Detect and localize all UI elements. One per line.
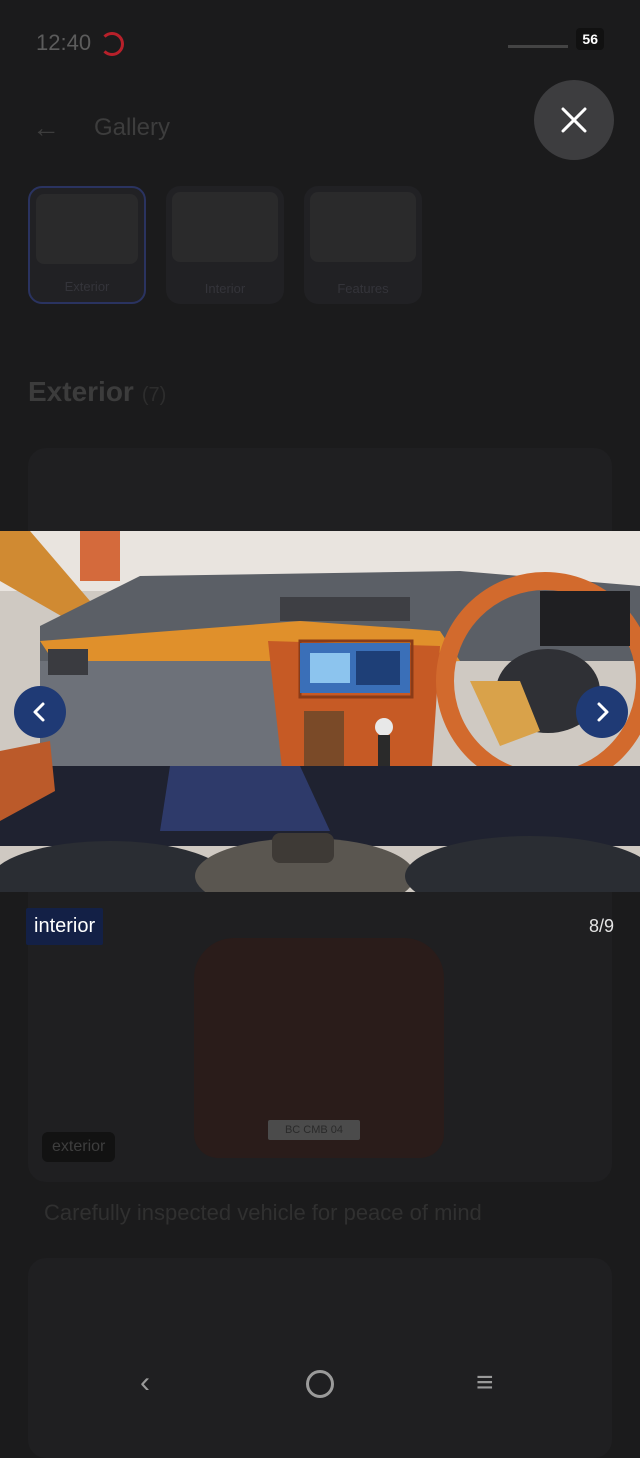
back-arrow-icon[interactable]: ← <box>32 112 60 144</box>
tab-features[interactable]: Features <box>304 186 422 304</box>
dashboard-illustration <box>0 531 640 892</box>
close-button[interactable] <box>534 80 614 160</box>
signal-icon <box>508 31 569 48</box>
page-title: Gallery <box>94 114 171 141</box>
section-heading: Exterior (7) <box>28 376 166 408</box>
next-image-button[interactable] <box>576 686 628 738</box>
nav-back-icon[interactable]: ‹ <box>140 1366 150 1400</box>
chevron-left-icon <box>33 702 45 722</box>
exterior-thumbnail <box>36 194 138 264</box>
tab-label: Interior <box>204 281 246 296</box>
image-category-label: interior <box>26 908 104 945</box>
status-icons: 56 <box>508 28 604 50</box>
system-nav-bar: ‹ ≡ <box>0 1358 640 1422</box>
license-plate: BC CMB 04 <box>268 1120 360 1140</box>
card-caption: Carefully inspected vehicle for peace of… <box>44 1200 482 1225</box>
gallery-header: ← Gallery <box>28 100 528 152</box>
chevron-right-icon <box>597 702 609 722</box>
category-tabs: Exterior Interior Features <box>28 186 422 304</box>
car-interior-photo[interactable] <box>0 531 640 892</box>
tab-interior[interactable]: Interior <box>166 186 284 304</box>
tab-exterior[interactable]: Exterior <box>28 186 146 304</box>
tab-label: Exterior <box>64 279 110 294</box>
interior-thumbnail <box>172 192 278 262</box>
status-time: 12:40 <box>36 30 92 55</box>
section-title: Exterior <box>28 376 134 407</box>
features-thumbnail <box>310 192 416 262</box>
close-icon <box>561 107 587 133</box>
status-bar: 12:40 56 <box>36 28 604 58</box>
nav-home-icon[interactable] <box>306 1370 334 1398</box>
previous-image-button[interactable] <box>14 686 66 738</box>
tab-label: Features <box>337 281 389 296</box>
image-counter: 8/9 <box>589 916 615 936</box>
card-tag: exterior <box>42 1132 116 1162</box>
section-count: (7) <box>141 384 167 406</box>
carrier-icon <box>100 32 124 56</box>
nav-menu-icon[interactable]: ≡ <box>476 1366 494 1400</box>
battery-level: 56 <box>576 28 604 50</box>
